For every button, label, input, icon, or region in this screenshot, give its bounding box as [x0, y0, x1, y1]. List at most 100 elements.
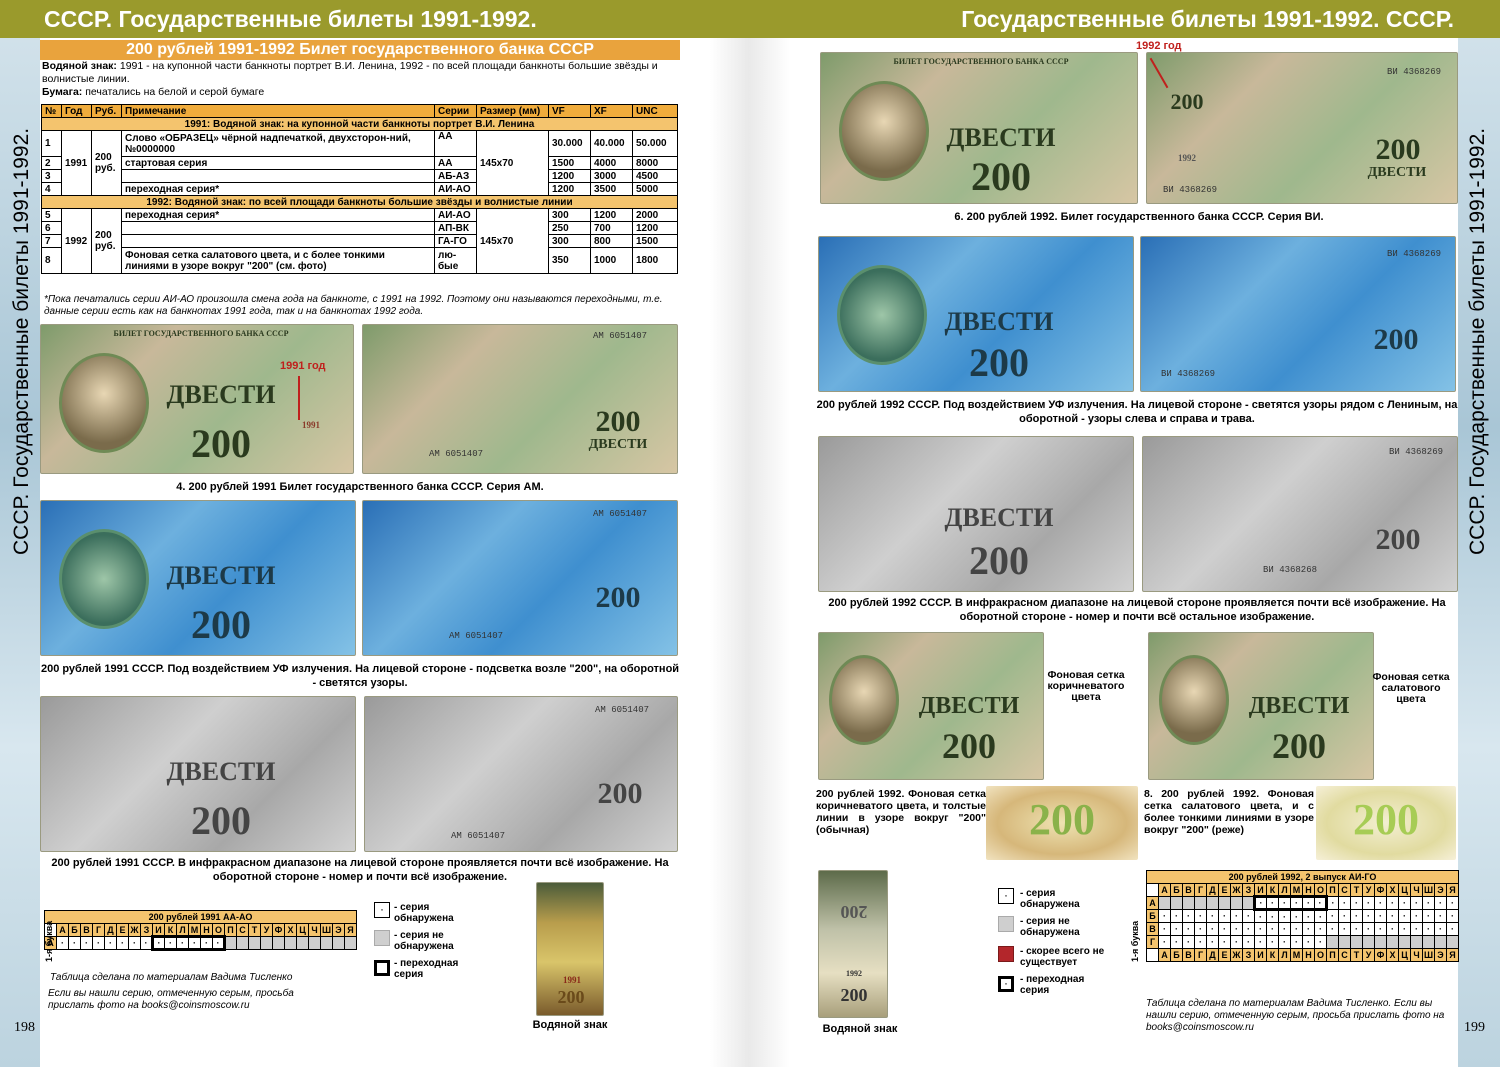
- grid-cell: ·: [1266, 909, 1279, 923]
- intro-text: Водяной знак: 1991 - на купонной части б…: [42, 60, 682, 99]
- grid-letter: Г: [1194, 948, 1207, 962]
- grid-letter: Э: [1434, 883, 1447, 897]
- grid-cell: ·: [1158, 935, 1171, 949]
- grid-letter: О: [1314, 948, 1327, 962]
- grid-letter: Н: [1302, 948, 1315, 962]
- grid-letter: П: [224, 923, 237, 937]
- grid-cell: [1386, 935, 1399, 949]
- legend-found: - серия обнаружена: [394, 902, 454, 924]
- grid-cell: [1374, 935, 1387, 949]
- grid-cell: ·: [188, 935, 201, 951]
- grid-letter: Ц: [1398, 948, 1411, 962]
- cell: ГА-ГО: [434, 234, 477, 248]
- grid-cell: ·: [1158, 909, 1171, 923]
- grid-cell: ·: [212, 935, 226, 951]
- legend-notfound-box: [998, 916, 1014, 932]
- note-value: 200: [1272, 726, 1326, 766]
- grid-cell: ·: [1398, 922, 1411, 936]
- lenin-portrait: [839, 81, 929, 181]
- grid-cell: [1410, 935, 1423, 949]
- grid-letter: Ф: [1374, 883, 1387, 897]
- legend-transit-box: ·: [998, 976, 1014, 992]
- grid-letter: Я: [344, 923, 357, 937]
- grid-letter: Ж: [1230, 883, 1243, 897]
- grid-letter: Ж: [128, 923, 141, 937]
- grid-letter: Э: [332, 923, 345, 937]
- grid-cell: ·: [1386, 896, 1399, 910]
- grid-cell: ·: [1254, 935, 1267, 949]
- grid-letter: Е: [116, 923, 129, 937]
- grid-cell: ·: [1194, 935, 1207, 949]
- grid-cell: [1446, 935, 1459, 949]
- note-value: 200: [969, 538, 1029, 583]
- grid-cell: ·: [1314, 935, 1327, 949]
- legend-transit-box: [374, 960, 390, 976]
- table-row: 4 переходная серия* АИ-АО 1200 3500 5000: [41, 182, 678, 196]
- serial-number: ВИ 4368268: [1263, 565, 1318, 575]
- grid-letter: М: [1290, 883, 1303, 897]
- cell: 350: [548, 247, 591, 274]
- serial-number: АМ 6051407: [595, 705, 650, 715]
- banknote-1992-green-grid: ДВЕСТИ 200: [1148, 632, 1374, 780]
- grid-letter: У: [260, 923, 273, 937]
- note-value: 200: [191, 602, 251, 647]
- page-number-left: 198: [14, 1020, 35, 1035]
- credits-right: Таблица сделана по материалам Вадима Тис…: [1146, 998, 1445, 1033]
- serial-number: ВИ 4368269: [1161, 369, 1216, 379]
- grid-cell: [1338, 935, 1351, 949]
- grid-cell: ·: [1182, 922, 1195, 936]
- grid-cell: ·: [1410, 909, 1423, 923]
- col-size: Размер (мм): [476, 104, 549, 118]
- banknote-1991-ir-back: 200 АМ 6051407 АМ 6051407: [364, 696, 678, 852]
- caption-uv-1991: 200 рублей 1991 СССР. Под воздействием У…: [40, 663, 680, 689]
- col-vf: VF: [548, 104, 591, 118]
- serial-number: ВИ 4368269: [1163, 185, 1218, 195]
- grid-letter: Г: [1194, 883, 1207, 897]
- cell: 5: [41, 208, 62, 222]
- grid-letter: А: [1158, 948, 1171, 962]
- note-value: 200: [1373, 323, 1419, 356]
- caption-watermark-right: Водяной знак: [822, 1023, 898, 1035]
- note-word: ДВЕСТИ: [944, 503, 1054, 532]
- watermark-1991-image: 1991 200: [536, 882, 604, 1016]
- grid-cell: ·: [1386, 922, 1399, 936]
- cell: 250: [548, 221, 591, 235]
- grid-cell: ·: [1266, 895, 1279, 911]
- caption-ir-1992: 200 рублей 1992 СССР. В инфракрасном диа…: [828, 597, 1446, 623]
- grid-cell: [1182, 896, 1195, 910]
- col-year: Год: [61, 104, 92, 118]
- col-note: Примечание: [121, 104, 435, 118]
- cell: 50.000: [632, 130, 678, 157]
- note-value: 200: [191, 798, 251, 843]
- cell: 4000: [590, 156, 633, 170]
- cell: 1991: [61, 130, 92, 196]
- series-grid-1991: 200 рублей 1991 АА-АО А Б В Г Д Е Ж З И К Л М Н О П С Т У Ф…: [44, 910, 357, 951]
- grid-cell: ·: [1338, 896, 1351, 910]
- grid-letter: Ш: [1422, 948, 1435, 962]
- grid-axis-label: 1-я буква: [44, 920, 54, 962]
- grid-cell: ·: [1326, 909, 1339, 923]
- legend-notfound: - серия не обнаружена: [1020, 916, 1080, 938]
- grid-cell: [236, 936, 249, 950]
- legend-found-box: ·: [374, 902, 390, 918]
- credits-left-2: Если вы нашли серию, отмеченную серым, п…: [48, 988, 294, 1011]
- cell: 3: [41, 169, 62, 183]
- grid-letter: Б: [1170, 948, 1183, 962]
- grid-letter: Л: [1278, 883, 1291, 897]
- grid-cell: ·: [1242, 922, 1255, 936]
- grid-cell: ·: [151, 935, 165, 951]
- cell: 1200: [548, 169, 591, 183]
- note-word: ДВЕСТИ: [166, 380, 276, 409]
- cell: [121, 221, 435, 235]
- grid-letter: Д: [1206, 948, 1219, 962]
- cell: 6: [41, 221, 62, 235]
- note-word: ДВЕСТИ: [946, 123, 1056, 152]
- cell: 4500: [632, 169, 678, 183]
- note-year: 1992: [1178, 153, 1196, 163]
- series-grid-1992: 200 рублей 1992, 2 выпуск АИ-ГО А Б В Г Д Е Ж З И…: [1146, 870, 1459, 962]
- grid-cell: ·: [140, 936, 153, 950]
- zoom-200-brown: 200: [986, 786, 1138, 860]
- grid-cell: [320, 936, 333, 950]
- grid-letter: Н: [1302, 883, 1315, 897]
- paper-text: печатались на белой и серой бумаге: [82, 86, 265, 98]
